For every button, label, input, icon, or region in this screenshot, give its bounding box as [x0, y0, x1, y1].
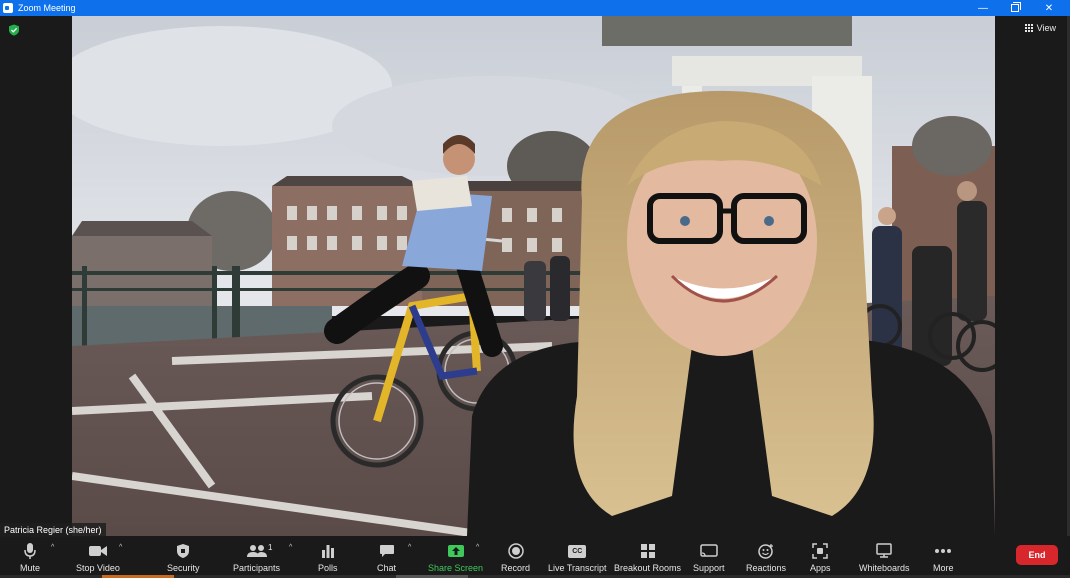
video-camera-icon — [88, 541, 108, 561]
stop-video-label: Stop Video — [76, 563, 120, 573]
minimize-icon: — — [978, 2, 988, 14]
video-options-caret-icon[interactable]: ^ — [119, 544, 122, 551]
view-label: View — [1036, 23, 1056, 33]
participants-button[interactable]: Participants — [233, 541, 280, 573]
close-icon: ✕ — [1044, 2, 1054, 14]
apps-button[interactable]: Apps — [810, 541, 831, 573]
meeting-controls-toolbar: Mute ^ Stop Video ^ Security Participant… — [0, 537, 1070, 578]
support-cast-icon — [700, 541, 718, 561]
chat-bubble-icon — [379, 541, 395, 561]
polls-button[interactable]: Polls — [318, 541, 338, 573]
participants-icon — [246, 541, 268, 561]
zoom-meeting-window: Zoom Meeting — ✕ View Patricia Regier (s… — [0, 0, 1070, 578]
mute-button[interactable]: Mute — [20, 541, 40, 573]
microphone-icon — [23, 541, 37, 561]
zoom-app-icon — [3, 3, 13, 13]
whiteboards-button[interactable]: Whiteboards — [859, 541, 910, 573]
stop-video-button[interactable]: Stop Video — [76, 541, 120, 573]
closed-caption-icon: CC — [568, 541, 587, 561]
support-button[interactable]: Support — [693, 541, 725, 573]
security-shield-icon — [176, 541, 190, 561]
more-label: More — [933, 563, 954, 573]
reactions-label: Reactions — [746, 563, 787, 573]
participant-video[interactable] — [72, 16, 995, 536]
live-transcript-label: Live Transcript — [548, 563, 607, 573]
record-button[interactable]: Record — [501, 541, 530, 573]
end-meeting-button[interactable]: End — [1016, 545, 1058, 565]
minimize-button[interactable]: — — [968, 0, 998, 16]
reactions-button[interactable]: Reactions — [746, 541, 786, 573]
chat-options-caret-icon[interactable]: ^ — [408, 544, 411, 551]
participants-options-caret-icon[interactable]: ^ — [289, 544, 292, 551]
view-button[interactable]: View — [1024, 23, 1056, 33]
chat-label: Chat — [377, 563, 397, 573]
polls-label: Polls — [318, 563, 338, 573]
chat-button[interactable]: Chat — [377, 541, 396, 573]
restore-button[interactable] — [1000, 0, 1030, 16]
participant-count-badge: 1 — [268, 543, 273, 552]
whiteboards-label: Whiteboards — [859, 563, 910, 573]
mute-label: Mute — [20, 563, 41, 573]
participant-name-tag: Patricia Regier (she/her) — [0, 523, 106, 537]
video-frame-image — [72, 16, 995, 536]
share-screen-label: Share Screen — [428, 563, 484, 573]
title-bar: Zoom Meeting — ✕ — [0, 0, 1070, 16]
close-button[interactable]: ✕ — [1034, 0, 1064, 16]
participants-label: Participants — [233, 563, 281, 573]
breakout-rooms-label: Breakout Rooms — [614, 563, 682, 573]
record-label: Record — [501, 563, 531, 573]
more-dots-icon — [934, 541, 952, 561]
reactions-smiley-icon — [758, 541, 774, 561]
support-label: Support — [693, 563, 725, 573]
polls-bar-chart-icon — [321, 541, 335, 561]
apps-icon — [812, 541, 828, 561]
security-button[interactable]: Security — [167, 541, 200, 573]
share-options-caret-icon[interactable]: ^ — [476, 544, 479, 551]
security-label: Security — [167, 563, 200, 573]
record-icon — [507, 541, 524, 561]
more-button[interactable]: More — [933, 541, 954, 573]
audio-options-caret-icon[interactable]: ^ — [51, 544, 54, 551]
restore-icon — [1011, 2, 1021, 12]
window-title: Zoom Meeting — [18, 3, 76, 13]
encryption-shield-icon[interactable] — [8, 24, 20, 36]
apps-label: Apps — [810, 563, 831, 573]
grid-view-icon — [1024, 24, 1033, 32]
share-screen-button[interactable]: Share Screen — [428, 541, 483, 573]
breakout-rooms-grid-icon — [640, 541, 656, 561]
live-transcript-button[interactable]: CC Live Transcript — [548, 541, 607, 573]
share-screen-arrow-icon — [447, 541, 465, 561]
breakout-rooms-button[interactable]: Breakout Rooms — [614, 541, 681, 573]
whiteboard-icon — [875, 541, 893, 561]
